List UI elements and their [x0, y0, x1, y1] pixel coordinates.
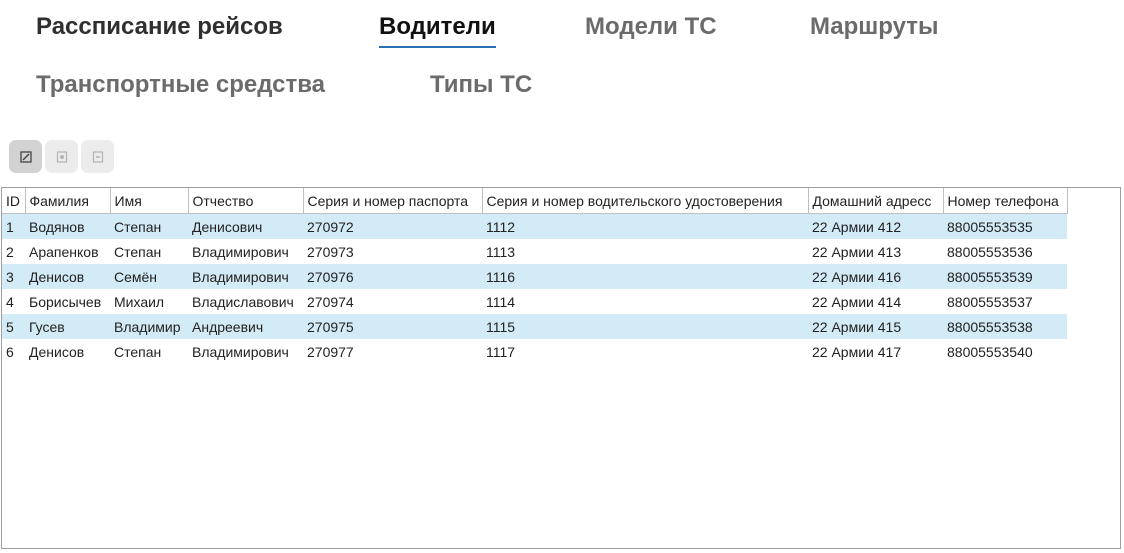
tab-drivers[interactable]: Водители [379, 13, 496, 48]
add-button[interactable] [45, 140, 78, 173]
cell-surname: Гусев [25, 314, 110, 339]
cell-id: 1 [2, 213, 25, 239]
table-row[interactable]: 4 Борисычев Михаил Владиславович 270974 … [2, 289, 1067, 314]
cell-phone: 88005553537 [947, 293, 1033, 310]
cell-patronymic: Денисович [188, 213, 303, 239]
cell-address: 22 Армии 416 [808, 264, 943, 289]
table-row[interactable]: 1 Водянов Степан Денисович 270972 1112 2… [2, 213, 1067, 239]
tab-vehicles[interactable]: Транспортные средства [36, 71, 325, 99]
column-header-patronymic[interactable]: Отчество [188, 188, 304, 214]
cell-passport: 270972 [303, 213, 482, 239]
cell-passport: 270975 [303, 314, 482, 339]
tab-vehicle-models[interactable]: Модели ТС [585, 13, 717, 41]
edit-button[interactable] [9, 140, 42, 173]
cell-passport: 270974 [307, 293, 354, 310]
cell-license: 1116 [482, 264, 808, 289]
drivers-table[interactable]: ID Фамилия Имя Отчество Серия и номер па… [1, 187, 1121, 549]
cell-license: 1117 [486, 343, 516, 360]
cell-passport: 270973 [307, 243, 354, 260]
drivers-table-body: ID Фамилия Имя Отчество Серия и номер па… [2, 188, 1068, 364]
column-header-passport[interactable]: Серия и номер паспорта [303, 188, 483, 214]
cell-license: 1113 [486, 243, 516, 260]
edit-icon [19, 150, 32, 163]
cell-surname: Борисычев [29, 293, 102, 310]
cell-phone: 88005553539 [943, 264, 1067, 289]
column-header-name[interactable]: Имя [110, 188, 189, 214]
cell-name: Степан [114, 243, 162, 260]
cell-patronymic: Владимирович [188, 264, 303, 289]
table-header-row: ID Фамилия Имя Отчество Серия и номер па… [2, 188, 1068, 214]
toolbar [9, 140, 114, 173]
cell-name: Степан [114, 343, 162, 360]
cell-id: 4 [6, 293, 14, 310]
cell-surname: Денисов [29, 343, 85, 360]
cell-surname: Денисов [25, 264, 110, 289]
cell-phone: 88005553540 [947, 343, 1033, 360]
cell-license: 1112 [482, 213, 808, 239]
cell-address: 22 Армии 415 [808, 314, 943, 339]
table-row[interactable]: 2 Арапенков Степан Владимирович 270973 1… [2, 239, 1067, 264]
table-row[interactable]: 6 Денисов Степан Владимирович 270977 111… [2, 339, 1067, 364]
cell-patronymic: Владимирович [192, 343, 289, 360]
cell-id: 2 [6, 243, 14, 260]
cell-id: 3 [2, 264, 25, 289]
cell-address: 22 Армии 417 [812, 343, 902, 360]
table-row[interactable]: 5 Гусев Владимир Андреевич 270975 1115 2… [2, 314, 1067, 339]
cell-name: Степан [110, 213, 188, 239]
cell-patronymic: Владиславович [192, 293, 294, 310]
cell-id: 5 [2, 314, 25, 339]
column-header-license[interactable]: Серия и номер водительского удостоверени… [482, 188, 809, 214]
cell-address: 22 Армии 414 [812, 293, 902, 310]
cell-patronymic: Владимирович [192, 243, 289, 260]
tab-vehicle-types[interactable]: Типы ТС [430, 71, 532, 99]
table-row[interactable]: 3 Денисов Семён Владимирович 270976 1116… [2, 264, 1067, 289]
cell-surname: Арапенков [29, 243, 99, 260]
cell-license: 1115 [482, 314, 808, 339]
cell-passport: 270976 [303, 264, 482, 289]
cell-id: 6 [6, 343, 14, 360]
cell-address: 22 Армии 412 [808, 213, 943, 239]
column-header-address[interactable]: Домашний адресс [808, 188, 944, 214]
cell-phone: 88005553538 [943, 314, 1067, 339]
tab-flight-schedule[interactable]: Рассписание рейсов [36, 13, 283, 41]
cell-phone: 88005553536 [947, 243, 1033, 260]
column-header-surname[interactable]: Фамилия [25, 188, 111, 214]
cell-passport: 270977 [307, 343, 354, 360]
column-header-phone[interactable]: Номер телефона [943, 188, 1068, 214]
delete-button[interactable] [81, 140, 114, 173]
column-header-id[interactable]: ID [2, 188, 26, 214]
cell-surname: Водянов [25, 213, 110, 239]
cell-license: 1114 [486, 293, 516, 310]
add-icon [56, 150, 67, 163]
cell-address: 22 Армии 413 [812, 243, 902, 260]
cell-name: Владимир [110, 314, 188, 339]
tab-routes[interactable]: Маршруты [810, 13, 939, 41]
cell-patronymic: Андреевич [188, 314, 303, 339]
cell-phone: 88005553535 [943, 213, 1067, 239]
cell-name: Михаил [114, 293, 165, 310]
delete-icon [92, 150, 103, 163]
cell-name: Семён [110, 264, 188, 289]
